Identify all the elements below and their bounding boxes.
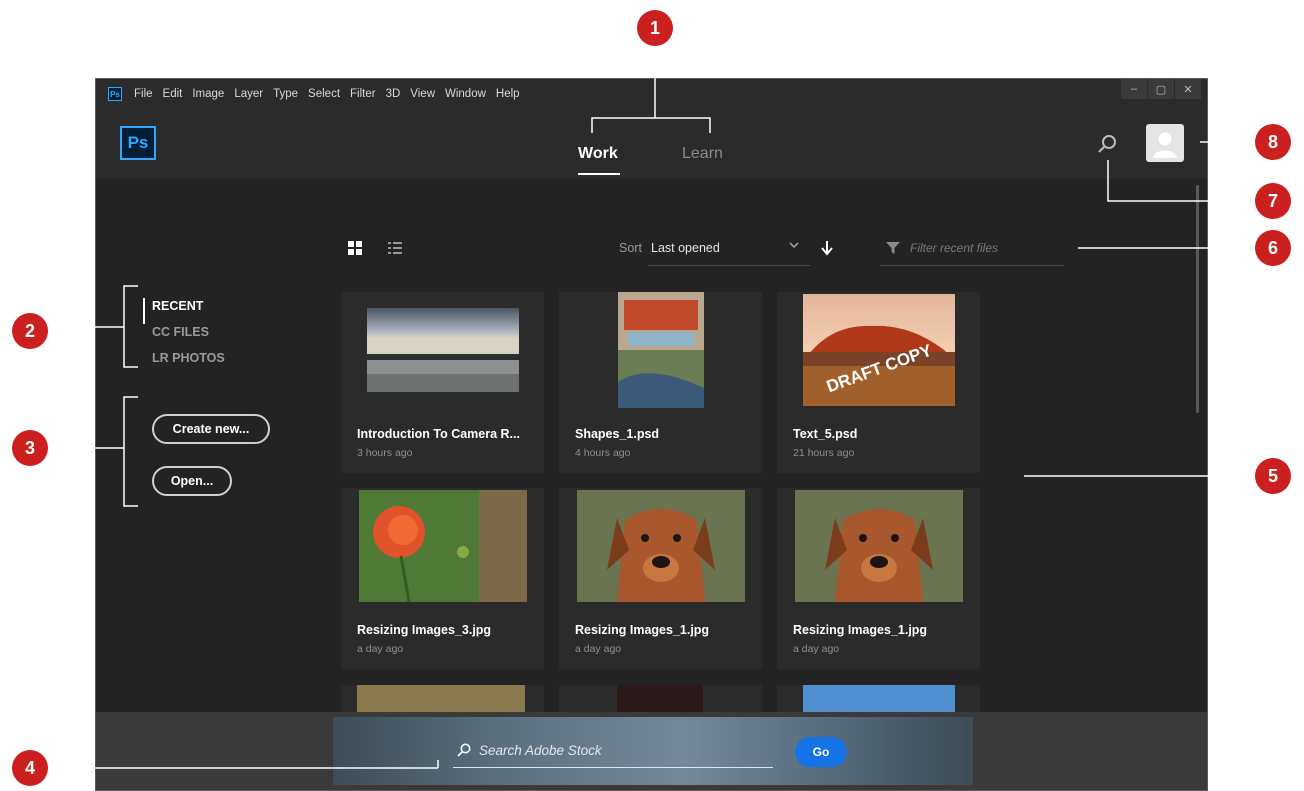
menu-file[interactable]: File	[134, 88, 153, 100]
minimize-button[interactable]: –	[1121, 79, 1147, 99]
file-thumbnail	[617, 685, 703, 715]
menu-type[interactable]: Type	[273, 88, 298, 100]
file-card[interactable]: DRAFT COPY Text_5.psd 21 hours ago	[777, 292, 980, 473]
menu-help[interactable]: Help	[496, 88, 520, 100]
menu-3d[interactable]: 3D	[386, 88, 401, 100]
poster-thumbnail	[617, 292, 704, 408]
user-avatar-icon	[1153, 132, 1177, 158]
file-card[interactable]: Resizing Images_1.jpg a day ago	[777, 488, 980, 669]
file-thumbnail	[341, 292, 544, 408]
file-time: 21 hours ago	[793, 447, 855, 459]
file-thumbnail	[803, 685, 955, 715]
app-header: Ps Work Learn	[96, 109, 1207, 179]
callout-3: 3	[12, 430, 48, 466]
callout-4: 4	[12, 750, 48, 786]
file-card[interactable]: Resizing Images_1.jpg a day ago	[559, 488, 762, 669]
file-name: Introduction To Camera R...	[357, 427, 520, 441]
stock-search-panel: Go	[333, 717, 973, 785]
sidebar-item-lr-photos[interactable]: LR PHOTOS	[152, 350, 225, 376]
callout-2: 2	[12, 313, 48, 349]
tab-work[interactable]: Work	[578, 145, 618, 163]
menu-select[interactable]: Select	[308, 88, 340, 100]
dog-thumbnail	[794, 490, 963, 602]
sort-dropdown[interactable]: Last opened	[651, 241, 720, 255]
list-view-icon[interactable]	[388, 241, 402, 255]
sort-label: Sort	[619, 241, 642, 255]
menu-edit[interactable]: Edit	[163, 88, 183, 100]
sidebar-nav: RECENT CC FILES LR PHOTOS	[143, 298, 225, 376]
file-time: a day ago	[357, 643, 404, 655]
sidebar-item-recent[interactable]: RECENT	[143, 298, 225, 324]
file-thumbnail	[357, 685, 525, 715]
file-thumbnail	[559, 488, 762, 604]
user-avatar[interactable]	[1146, 124, 1184, 162]
callout-5: 5	[1255, 458, 1291, 494]
file-time: a day ago	[575, 643, 622, 655]
chevron-down-icon[interactable]	[788, 239, 800, 251]
callout-8: 8	[1255, 124, 1291, 160]
file-time: a day ago	[793, 643, 840, 655]
sort-direction-arrow-icon[interactable]	[820, 239, 834, 257]
file-name: Resizing Images_1.jpg	[575, 623, 710, 637]
filter-underline	[880, 265, 1064, 266]
ps-logo: Ps	[120, 126, 156, 160]
grid-view-icon[interactable]	[348, 241, 362, 255]
menu-view[interactable]: View	[410, 88, 435, 100]
menu-image[interactable]: Image	[192, 88, 224, 100]
go-button[interactable]: Go	[795, 737, 847, 767]
file-thumbnail: DRAFT COPY	[777, 292, 980, 408]
file-thumbnail	[559, 292, 762, 408]
file-name: Shapes_1.psd	[575, 427, 660, 441]
callout-1: 1	[637, 10, 673, 46]
window-controls: – ▢ ✕	[1120, 79, 1201, 99]
file-card[interactable]: Shapes_1.psd 4 hours ago	[559, 292, 762, 473]
file-card[interactable]: Introduction To Camera R... 3 hours ago	[341, 292, 544, 473]
stage: Ps File Edit Image Layer Type Select Fil…	[0, 0, 1304, 791]
open-button[interactable]: Open...	[152, 466, 232, 496]
file-name: Resizing Images_3.jpg	[357, 623, 492, 637]
file-name: Text_5.psd	[793, 427, 858, 441]
callout-7: 7	[1255, 183, 1291, 219]
file-time: 4 hours ago	[575, 447, 631, 459]
tab-learn[interactable]: Learn	[682, 145, 723, 163]
menu-layer[interactable]: Layer	[234, 88, 263, 100]
scrollbar[interactable]	[1196, 185, 1199, 413]
file-card[interactable]: Resizing Images_3.jpg a day ago	[341, 488, 544, 669]
poppy-thumbnail	[358, 490, 527, 602]
menu-bar: Ps File Edit Image Layer Type Select Fil…	[96, 79, 1207, 109]
sidebar-item-cc-files[interactable]: CC FILES	[152, 324, 225, 350]
file-thumbnail	[341, 488, 544, 604]
stock-search-underline	[453, 767, 773, 768]
file-time: 3 hours ago	[357, 447, 413, 459]
filter-icon	[886, 242, 900, 254]
callout-6: 6	[1255, 230, 1291, 266]
menu-window[interactable]: Window	[445, 88, 486, 100]
seascape-thumbnail	[366, 308, 519, 392]
menu-filter[interactable]: Filter	[350, 88, 376, 100]
app-icon: Ps	[108, 87, 122, 101]
file-card[interactable]	[341, 685, 544, 715]
create-new-button[interactable]: Create new...	[152, 414, 270, 444]
maximize-button[interactable]: ▢	[1148, 79, 1174, 99]
file-name: Resizing Images_1.jpg	[793, 623, 928, 637]
sort-underline	[648, 265, 810, 266]
adobe-stock-search-input[interactable]	[479, 739, 739, 761]
search-icon[interactable]	[1096, 133, 1118, 155]
uluru-thumbnail: DRAFT COPY	[802, 294, 955, 406]
stock-bar: Go	[96, 712, 1207, 790]
filter-recent-input[interactable]	[910, 237, 1060, 259]
active-tab-indicator	[578, 173, 620, 175]
search-icon	[457, 743, 471, 757]
dog-thumbnail	[576, 490, 745, 602]
photoshop-window: Ps File Edit Image Layer Type Select Fil…	[95, 78, 1208, 791]
file-thumbnail	[777, 488, 980, 604]
close-button[interactable]: ✕	[1175, 79, 1201, 99]
file-card[interactable]	[777, 685, 980, 715]
file-card[interactable]	[559, 685, 762, 715]
